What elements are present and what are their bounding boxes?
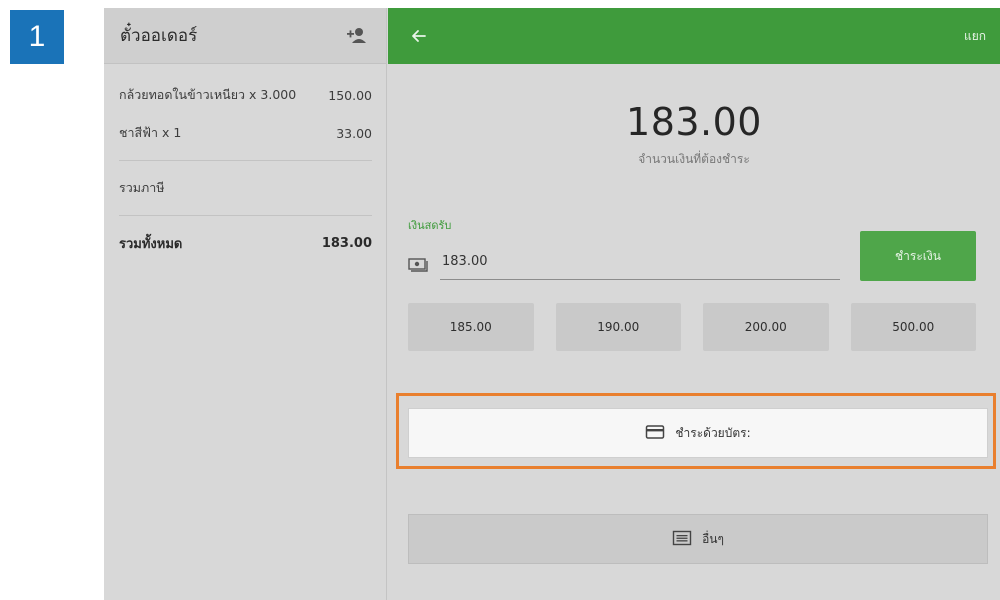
ticket-header: ตั๋วออเดอร์ bbox=[104, 8, 386, 64]
pay-button[interactable]: ชำระเงิน bbox=[860, 231, 976, 281]
amount-due: 183.00 bbox=[626, 100, 762, 144]
item-price: 150.00 bbox=[328, 87, 372, 103]
credit-card-icon bbox=[645, 424, 665, 443]
ticket-line-item[interactable]: ชาสีฟ้า x 1 33.00 bbox=[104, 114, 386, 152]
ticket-line-item[interactable]: กล้วยทอดในข้าวเหนียว x 3.000 150.00 bbox=[104, 76, 386, 114]
quick-amount-button[interactable]: 190.00 bbox=[555, 303, 681, 351]
total-label: รวมทั้งหมด bbox=[119, 236, 183, 252]
divider bbox=[119, 215, 372, 216]
cash-received-input[interactable]: 183.00 bbox=[440, 248, 840, 280]
item-name: ชาสีฟ้า x 1 bbox=[119, 125, 182, 140]
cash-icon bbox=[408, 256, 428, 272]
quick-amount-button[interactable]: 200.00 bbox=[703, 303, 829, 351]
cash-received-label: เงินสดรับ bbox=[408, 219, 452, 232]
quick-amount-button[interactable]: 185.00 bbox=[408, 303, 534, 351]
other-payment-button[interactable]: อื่นๆ bbox=[408, 514, 988, 564]
payment-header: แยก bbox=[388, 8, 1000, 64]
divider bbox=[119, 160, 372, 161]
cash-input-row: 183.00 bbox=[408, 248, 840, 280]
item-name: กล้วยทอดในข้าวเหนียว x 3.000 bbox=[119, 87, 297, 102]
tax-label: รวมภาษี bbox=[119, 180, 165, 195]
pay-by-card-label: ชำระด้วยบัตร: bbox=[675, 425, 751, 440]
amount-due-caption: จำนวนเงินที่ต้องชำระ bbox=[638, 152, 750, 166]
step-number-badge: 1 bbox=[10, 10, 64, 64]
ticket-panel: ตั๋วออเดอร์ กล้วยทอดในข้าวเหนียว x 3.000… bbox=[104, 8, 387, 600]
total-value: 183.00 bbox=[321, 235, 372, 251]
pos-screen: ตั๋วออเดอร์ กล้วยทอดในข้าวเหนียว x 3.000… bbox=[104, 8, 1000, 600]
quick-amount-button[interactable]: 500.00 bbox=[850, 303, 976, 351]
ticket-title: ตั๋วออเดอร์ bbox=[120, 26, 198, 46]
payment-panel: แยก 183.00 จำนวนเงินที่ต้องชำระ เงินสดรั… bbox=[388, 8, 1000, 600]
arrow-back-icon[interactable] bbox=[408, 25, 430, 47]
cash-received-field: เงินสดรับ 183.00 bbox=[408, 216, 840, 280]
tax-row: รวมภาษี bbox=[104, 169, 386, 207]
person-add-icon[interactable] bbox=[344, 23, 370, 49]
split-button[interactable]: แยก bbox=[964, 27, 986, 46]
other-payment-label: อื่นๆ bbox=[702, 531, 724, 546]
list-icon bbox=[672, 530, 692, 549]
total-row: รวมทั้งหมด 183.00 bbox=[104, 224, 386, 262]
quick-amounts: 185.00 190.00 200.00 500.00 bbox=[408, 303, 976, 351]
pay-by-card-button[interactable]: ชำระด้วยบัตร: bbox=[408, 408, 988, 458]
item-price: 33.00 bbox=[336, 125, 372, 141]
